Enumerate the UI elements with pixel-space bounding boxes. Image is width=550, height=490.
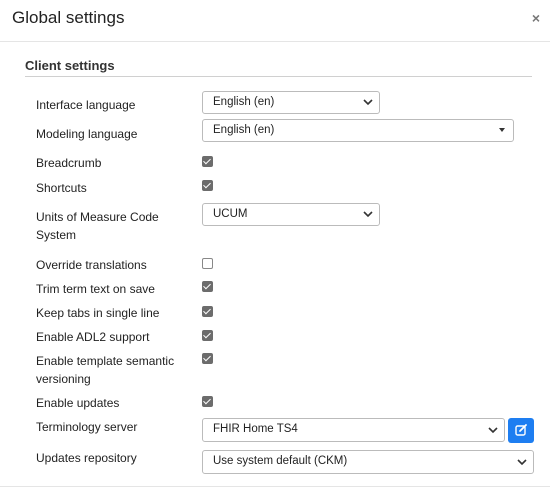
- template-versioning-label: Enable template semantic versioning: [36, 354, 175, 386]
- section-title: Client settings: [25, 58, 115, 73]
- global-settings-dialog: Global settings × Client settings Interf…: [0, 0, 550, 490]
- enable-updates-checkbox[interactable]: [202, 396, 213, 407]
- units-value: UCUM: [213, 208, 248, 220]
- chevron-down-icon: [488, 419, 498, 449]
- edit-terminology-server-button[interactable]: [508, 418, 534, 443]
- terminology-server-label: Terminology server: [36, 420, 138, 434]
- override-translations-checkbox[interactable]: [202, 258, 213, 269]
- edit-icon: [515, 424, 527, 436]
- shortcuts-label: Shortcuts: [36, 181, 87, 195]
- terminology-server-select[interactable]: FHIR Home TS4: [202, 418, 505, 442]
- chevron-down-icon: [363, 204, 373, 233]
- enable-adl2-checkbox[interactable]: [202, 330, 213, 341]
- close-icon[interactable]: ×: [532, 10, 540, 26]
- keep-tabs-checkbox[interactable]: [202, 306, 213, 317]
- updates-repository-select[interactable]: Use system default (CKM): [202, 450, 534, 474]
- trim-term-label: Trim term text on save: [36, 282, 155, 296]
- template-versioning-checkbox[interactable]: [202, 353, 213, 364]
- breadcrumb-checkbox[interactable]: [202, 156, 213, 167]
- chevron-down-icon: [517, 451, 527, 481]
- terminology-server-value: FHIR Home TS4: [213, 423, 298, 435]
- enable-adl2-label: Enable ADL2 support: [36, 330, 150, 344]
- units-select[interactable]: UCUM: [202, 203, 380, 226]
- interface-language-label: Interface language: [36, 98, 136, 112]
- units-label: Units of Measure Code System: [36, 210, 159, 242]
- interface-language-select[interactable]: English (en): [202, 91, 380, 114]
- breadcrumb-label: Breadcrumb: [36, 156, 102, 170]
- modeling-language-label: Modeling language: [36, 127, 138, 141]
- chevron-down-icon: [363, 92, 373, 121]
- dialog-header: Global settings ×: [0, 0, 550, 42]
- override-translations-label: Override translations: [36, 258, 147, 272]
- keep-tabs-label: Keep tabs in single line: [36, 306, 160, 320]
- shortcuts-checkbox[interactable]: [202, 180, 213, 191]
- updates-repository-label: Updates repository: [36, 451, 137, 465]
- trim-term-checkbox[interactable]: [202, 281, 213, 292]
- enable-updates-label: Enable updates: [36, 396, 120, 410]
- updates-repository-value: Use system default (CKM): [213, 455, 348, 467]
- modeling-language-value: English (en): [213, 124, 275, 136]
- dialog-footer-divider: [0, 486, 550, 487]
- dialog-title: Global settings: [12, 8, 125, 27]
- section-divider: [25, 76, 532, 77]
- caret-down-icon: [499, 128, 505, 132]
- interface-language-value: English (en): [213, 96, 275, 108]
- modeling-language-select[interactable]: English (en): [202, 119, 514, 142]
